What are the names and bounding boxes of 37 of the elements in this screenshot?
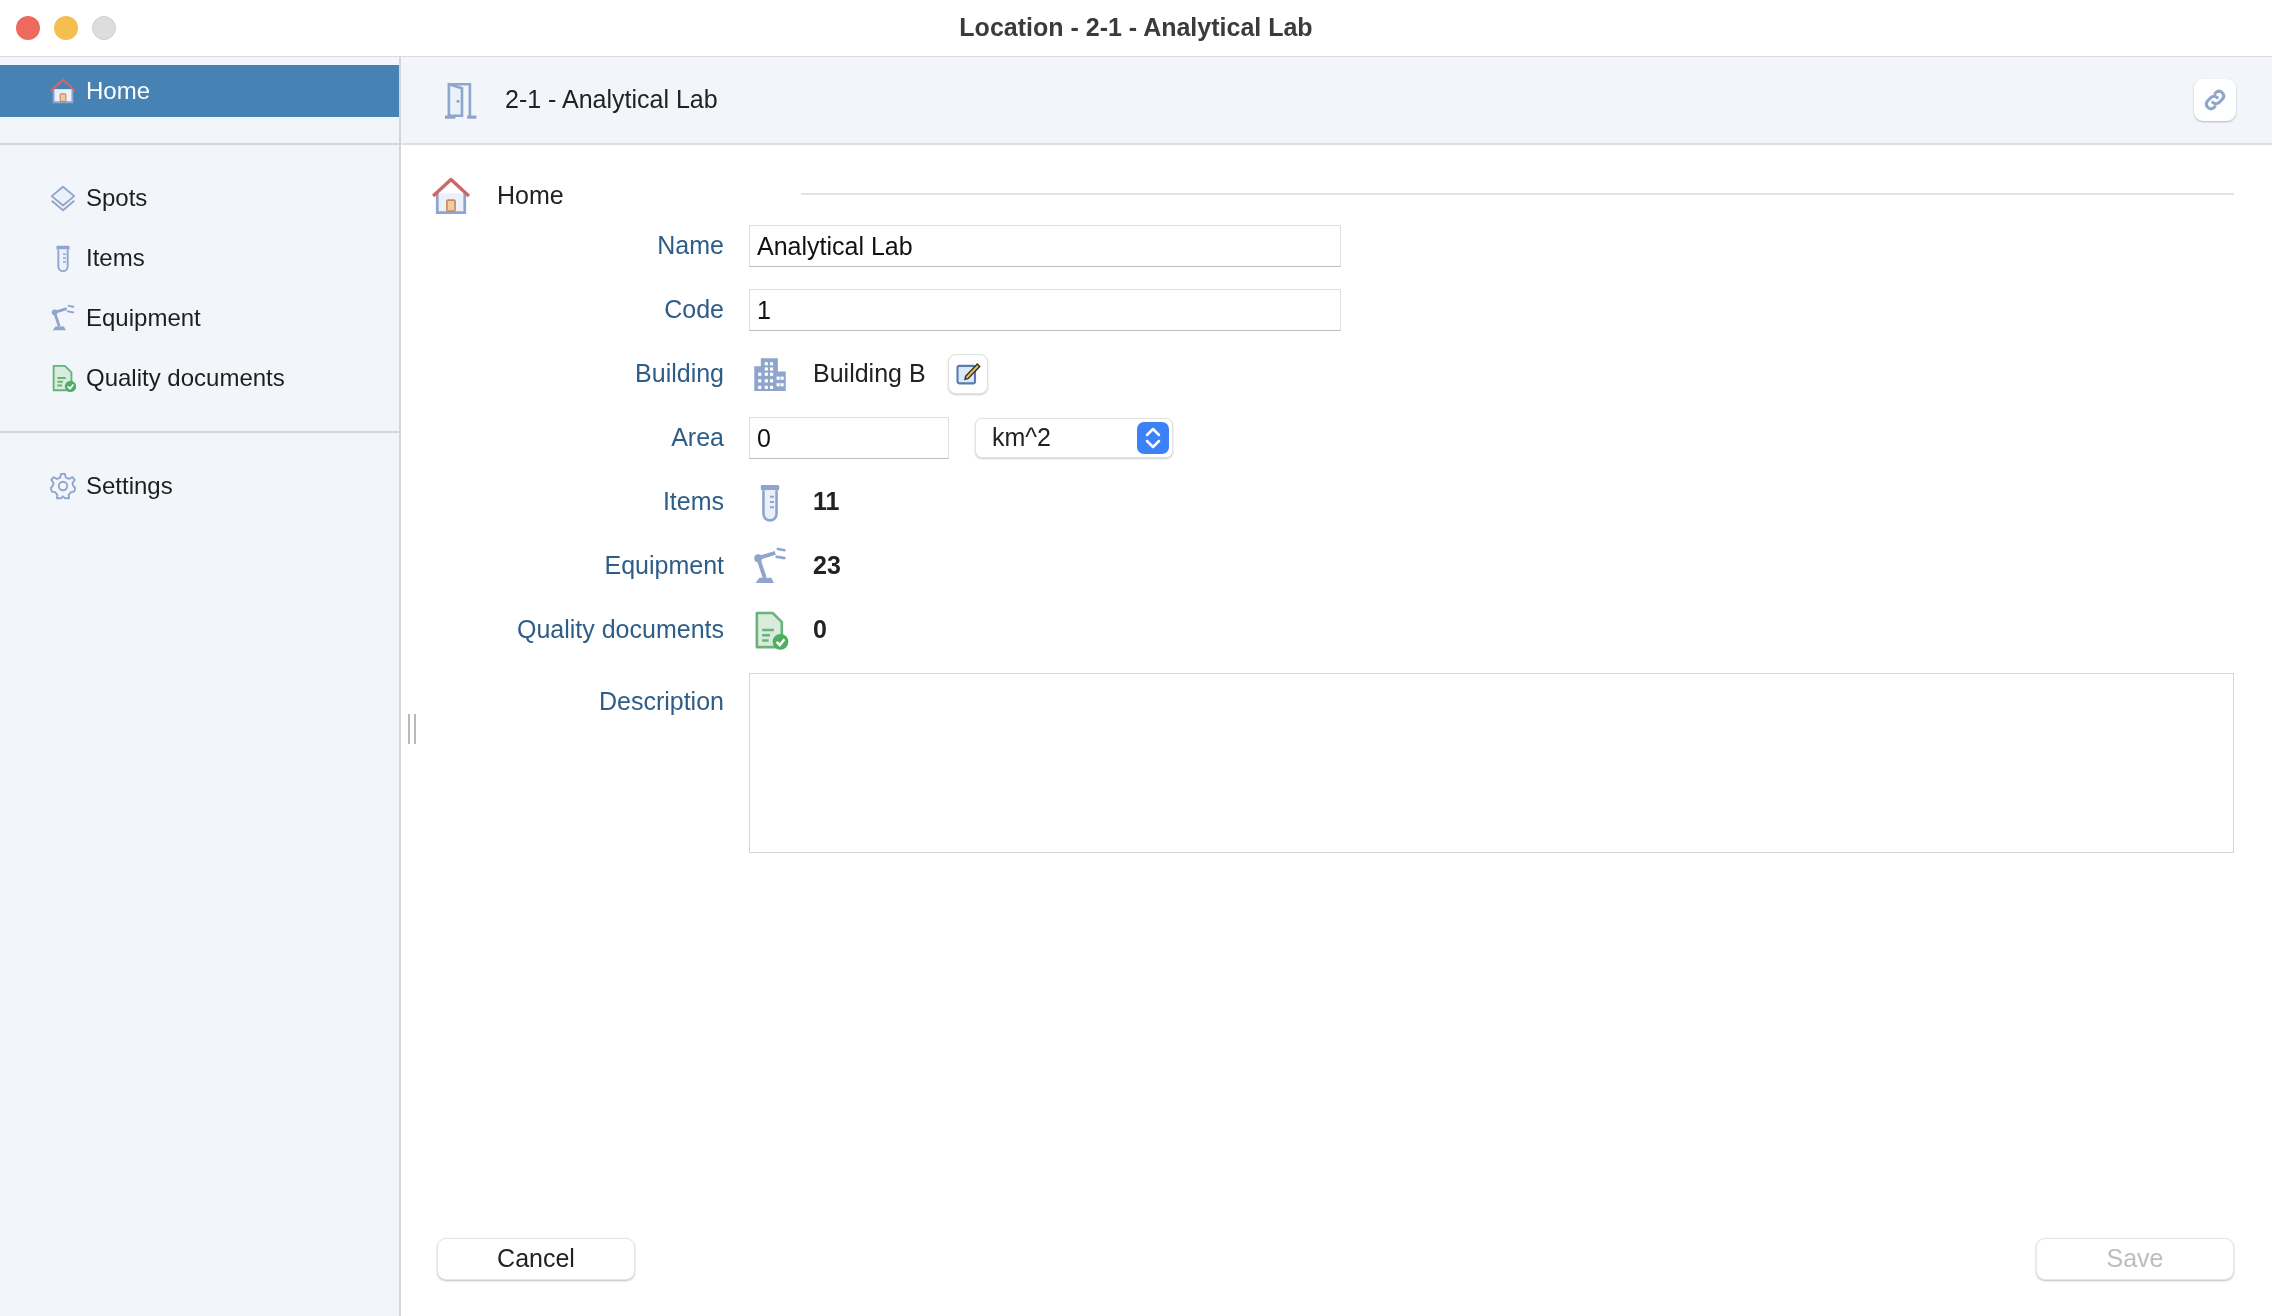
home-icon xyxy=(48,76,78,106)
action-button[interactable]: Cancel xyxy=(437,1238,635,1280)
field-label: Quality documents xyxy=(515,614,724,646)
zoom-window-button[interactable] xyxy=(92,16,116,40)
field-label: Name xyxy=(656,230,724,262)
close-window-button[interactable] xyxy=(16,16,40,40)
edit-button[interactable] xyxy=(947,354,988,394)
window-title: Location - 2-1 - Analytical Lab xyxy=(959,12,1313,44)
field-label: Code xyxy=(663,294,724,326)
description-field[interactable] xyxy=(749,673,2234,853)
area-field[interactable]: 0 xyxy=(749,417,949,459)
field-label: Building xyxy=(634,358,724,390)
settings-icon xyxy=(48,471,78,501)
count-value: 23 xyxy=(813,550,841,582)
section-title: Home xyxy=(497,180,565,212)
text-field[interactable]: 1 xyxy=(749,289,1341,331)
field-label: Items xyxy=(661,486,724,518)
count-value: 0 xyxy=(813,614,827,646)
minimize-window-button[interactable] xyxy=(54,16,78,40)
unit-select[interactable]: km^2 xyxy=(975,418,1173,458)
sidebar-item[interactable]: Quality documents xyxy=(0,352,399,404)
field-label: Description xyxy=(597,686,724,717)
sidebar-item[interactable]: Items xyxy=(0,232,399,284)
link-button[interactable] xyxy=(2194,79,2236,121)
text-field[interactable]: Analytical Lab xyxy=(749,225,1341,267)
sidebar-item[interactable]: Home xyxy=(0,65,399,117)
layers-icon xyxy=(48,183,78,213)
field-label: Area xyxy=(670,422,724,454)
sidebar-item[interactable]: Settings xyxy=(0,460,399,512)
splitter-handle[interactable] xyxy=(408,714,416,744)
location-title: 2-1 - Analytical Lab xyxy=(505,84,718,116)
sidebar-item[interactable]: Equipment xyxy=(0,292,399,344)
count-value: 11 xyxy=(813,486,840,518)
stepper-icon xyxy=(1137,422,1169,454)
sidebar-item[interactable]: Spots xyxy=(0,172,399,224)
field-label: Equipment xyxy=(603,550,724,582)
building-name: Building B xyxy=(813,358,926,390)
